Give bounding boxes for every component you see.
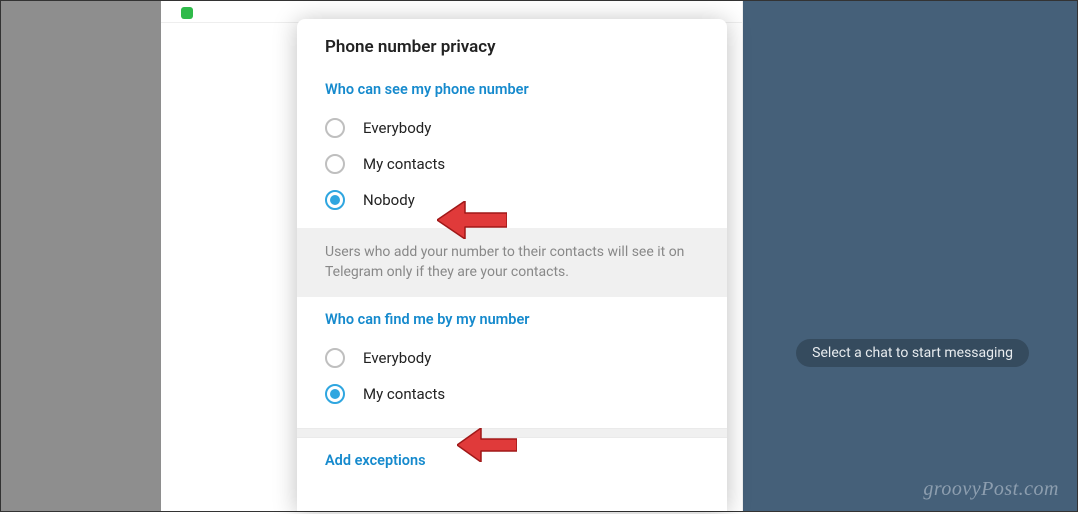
status-indicator-icon [181,7,193,19]
watermark: groovyPost.com [923,478,1059,501]
radio-icon [325,118,345,138]
radio-icon [325,348,345,368]
screenshot-margin-left [1,1,161,511]
radio-icon [325,384,345,404]
dialog-title: Phone number privacy [297,19,727,67]
radio-label: My contacts [363,385,445,403]
section-header-see-number: Who can see my phone number [297,67,727,110]
empty-chat-hint: Select a chat to start messaging [796,339,1029,367]
section-header-find-number: Who can find me by my number [297,297,727,340]
radio-everybody-find[interactable]: Everybody [297,340,727,376]
info-text: Users who add your number to their conta… [297,228,727,297]
radio-label: Everybody [363,119,431,137]
radio-icon [325,154,345,174]
radio-nobody-see[interactable]: Nobody [297,182,727,218]
radio-label: My contacts [363,155,445,173]
radio-icon [325,190,345,210]
radio-contacts-see[interactable]: My contacts [297,146,727,182]
radio-contacts-find[interactable]: My contacts [297,376,727,412]
phone-privacy-dialog: Phone number privacy Who can see my phon… [297,19,727,511]
add-exceptions-link[interactable]: Add exceptions [297,438,727,481]
section-divider [297,428,727,438]
radio-label: Nobody [363,191,415,209]
radio-label: Everybody [363,349,431,367]
radio-everybody-see[interactable]: Everybody [297,110,727,146]
